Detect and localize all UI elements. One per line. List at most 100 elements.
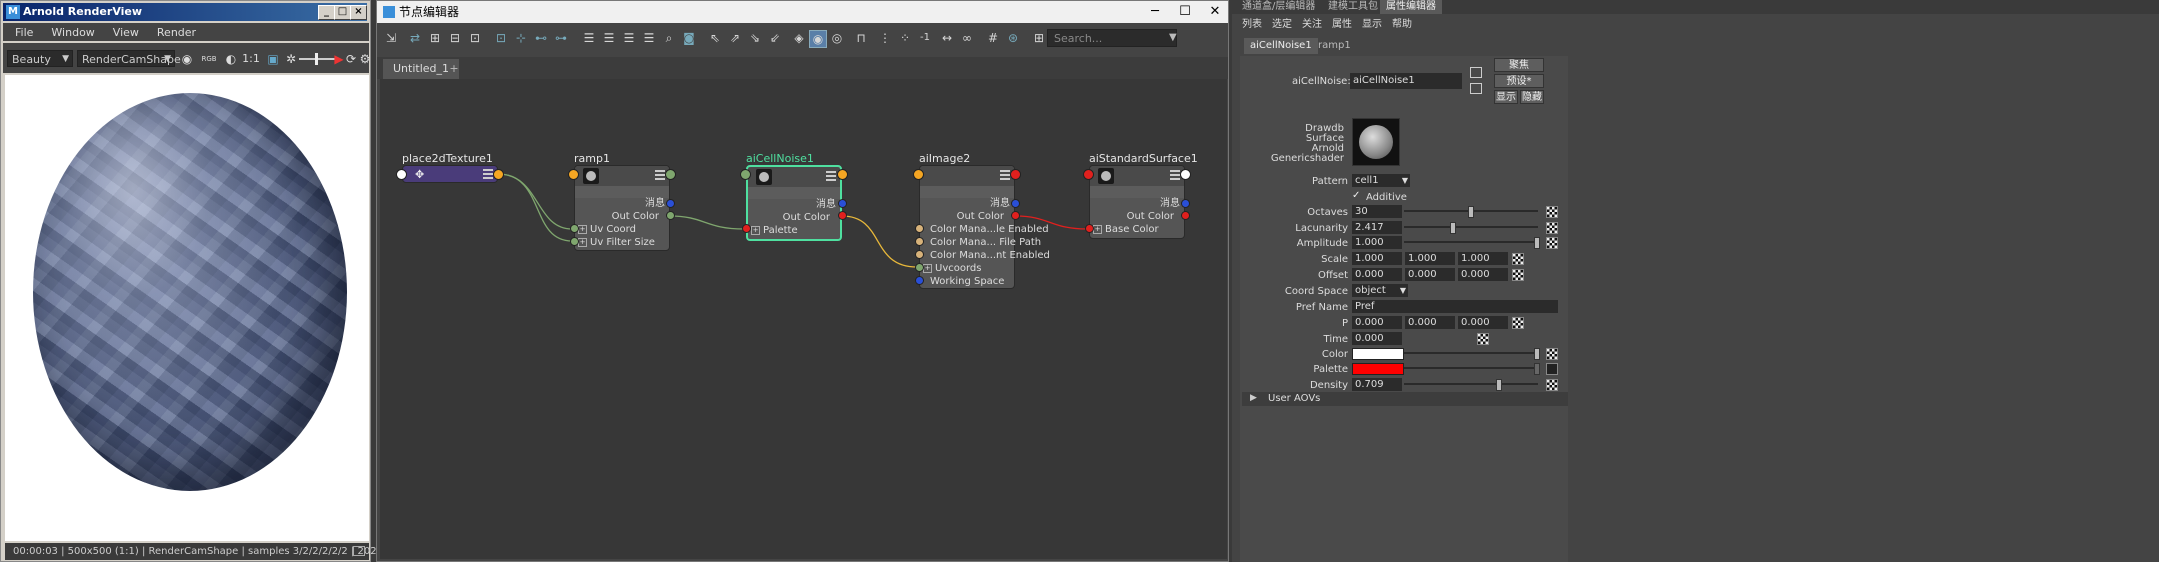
node-ramp[interactable]: 消息 Out Color + Uv Coord + Uv Filter Size: [574, 165, 670, 251]
input-port[interactable]: [396, 169, 407, 180]
output-port[interactable]: [493, 169, 504, 180]
working-space-port[interactable]: [915, 276, 924, 285]
port-spread-icon[interactable]: ⁘: [897, 30, 913, 46]
menu-attributes[interactable]: 属性: [1332, 15, 1352, 30]
exposure-slider-handle[interactable]: [315, 53, 318, 65]
input-connection-icon[interactable]: [1470, 67, 1482, 78]
arrange-icon[interactable]: ⊷: [533, 30, 549, 46]
uv-filter-port[interactable]: [570, 237, 579, 246]
node-search-input[interactable]: Search...: [1047, 29, 1177, 47]
graph-input-icon[interactable]: ⇲: [383, 30, 399, 46]
exposure-icon[interactable]: ✲: [283, 51, 299, 67]
tab-ramp[interactable]: ramp1: [1312, 38, 1357, 54]
palette-swatch[interactable]: [1352, 363, 1404, 375]
density-slider[interactable]: [1404, 383, 1538, 385]
render-viewport[interactable]: [5, 75, 369, 541]
map-button[interactable]: [1512, 253, 1524, 265]
out-color-port[interactable]: [838, 211, 847, 220]
p-x-input[interactable]: 0.000: [1352, 316, 1402, 329]
crop-region-icon[interactable]: ▣: [265, 51, 281, 67]
menu-selected[interactable]: 选定: [1272, 15, 1292, 30]
lacunarity-slider-handle[interactable]: [1450, 222, 1456, 234]
density-input[interactable]: 0.709: [1352, 378, 1402, 391]
node-aistandardsurface[interactable]: 消息 Out Color + Base Color: [1089, 165, 1185, 239]
snapshot-icon[interactable]: ◈: [791, 30, 807, 46]
map-button[interactable]: [1546, 237, 1558, 249]
pin-icon[interactable]: ⇘: [747, 30, 763, 46]
user-aovs-section[interactable]: ▶ User AOVs: [1242, 392, 1568, 406]
scale-z-input[interactable]: 1.000: [1458, 252, 1508, 265]
node-aicellnoise[interactable]: 消息 Out Color + Palette: [746, 165, 842, 241]
amplitude-input[interactable]: 1.000: [1352, 236, 1402, 249]
remove-selected-icon[interactable]: ⊟: [447, 30, 463, 46]
viewport-icon[interactable]: ⊞: [1031, 30, 1047, 46]
output-port[interactable]: [665, 169, 676, 180]
menu-show[interactable]: 显示: [1362, 15, 1382, 30]
chevron-down-icon[interactable]: ▼: [1169, 29, 1177, 47]
coord-space-dropdown[interactable]: object ▼: [1352, 284, 1408, 297]
material-swatch[interactable]: [1352, 118, 1400, 166]
output-port[interactable]: [1180, 169, 1191, 180]
map-button[interactable]: [1546, 222, 1558, 234]
node-menu-icon[interactable]: [1170, 170, 1180, 180]
tab-modeling-toolkit[interactable]: 建模工具包: [1328, 0, 1378, 14]
attr-filter-icon[interactable]: ◎: [829, 30, 845, 46]
frame-all-icon[interactable]: ⊡: [493, 30, 509, 46]
tab-channel-box[interactable]: 通道盒/层编辑器: [1242, 0, 1315, 14]
message-port[interactable]: [838, 199, 847, 208]
palette-slider[interactable]: [1404, 367, 1538, 369]
node-menu-icon[interactable]: [1000, 170, 1010, 180]
expand-plus-icon[interactable]: +: [923, 263, 932, 273]
offset-x-input[interactable]: 0.000: [1352, 268, 1402, 281]
map-button[interactable]: [1546, 348, 1558, 360]
output-connection-icon[interactable]: [1470, 83, 1482, 94]
connected-map-icon[interactable]: [1546, 363, 1558, 375]
custom-mode-icon[interactable]: ☰: [641, 30, 657, 46]
map-button[interactable]: [1477, 333, 1489, 345]
lock-icon[interactable]: ⊓: [853, 30, 869, 46]
node-name-input[interactable]: aiCellNoise1: [1350, 73, 1462, 89]
wire-place2d-uvfilter[interactable]: [497, 173, 573, 242]
out-color-port[interactable]: [1181, 211, 1190, 220]
map-button[interactable]: [1512, 317, 1524, 329]
menu-file[interactable]: File: [3, 23, 39, 39]
hide-button[interactable]: 隐藏: [1520, 90, 1544, 104]
node-graph-canvas[interactable]: place2dTexture1 ✥ ramp1 消息 Out Color + Uv…: [380, 79, 1227, 559]
menu-help[interactable]: 帮助: [1392, 15, 1412, 30]
message-port[interactable]: [1011, 199, 1020, 208]
density-slider-handle[interactable]: [1496, 379, 1502, 391]
out-color-port[interactable]: [1011, 211, 1020, 220]
map-button[interactable]: [1546, 379, 1558, 391]
add-tab-button[interactable]: +: [445, 59, 463, 79]
port-down-icon[interactable]: ⋮: [877, 30, 893, 46]
tab-aicellnoise[interactable]: aiCellNoise1: [1244, 38, 1318, 54]
close-button[interactable]: ✕: [1197, 1, 1233, 23]
tab-attribute-editor[interactable]: 属性编辑器: [1380, 0, 1442, 14]
palette-slider-handle[interactable]: [1534, 363, 1540, 375]
compare-icon[interactable]: ◐: [223, 51, 239, 67]
render-settings-icon[interactable]: ◉: [179, 51, 195, 67]
menu-view[interactable]: View: [101, 23, 145, 39]
expand-icon[interactable]: ↔: [939, 30, 955, 46]
snap-icon[interactable]: ⊛: [1005, 30, 1021, 46]
scale-y-input[interactable]: 1.000: [1405, 252, 1455, 265]
snapshot-icon[interactable]: [353, 546, 365, 556]
expand-plus-icon[interactable]: +: [578, 237, 587, 247]
gear-icon[interactable]: ⚙: [357, 51, 373, 67]
zoom-ratio[interactable]: 1:1: [241, 51, 261, 67]
message-port[interactable]: [666, 199, 675, 208]
octaves-input[interactable]: 30: [1352, 205, 1402, 218]
wire-ramp-palette[interactable]: [669, 215, 745, 230]
node-menu-icon[interactable]: [483, 169, 493, 179]
align-icon[interactable]: ⊶: [553, 30, 569, 46]
output-port[interactable]: [837, 169, 848, 180]
base-color-port[interactable]: [1085, 224, 1094, 233]
node-menu-icon[interactable]: [655, 170, 665, 180]
map-button[interactable]: [1512, 269, 1524, 281]
bookmark-icon[interactable]: ⇙: [767, 30, 783, 46]
menu-focus[interactable]: 关注: [1302, 15, 1322, 30]
amplitude-slider-handle[interactable]: [1534, 237, 1540, 249]
additive-checkbox[interactable]: ✓: [1352, 191, 1362, 201]
out-color-port[interactable]: [666, 211, 675, 220]
amplitude-slider[interactable]: [1404, 241, 1538, 243]
